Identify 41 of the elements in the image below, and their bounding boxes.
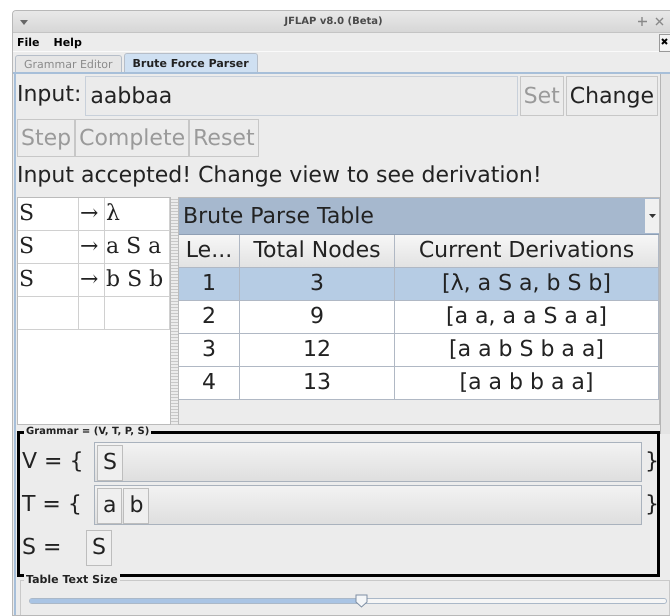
column-header[interactable]: Total Nodes <box>240 235 395 268</box>
panel-title: Table Text Size <box>24 573 120 586</box>
table-cell[interactable]: [a a b b a a] <box>395 367 659 400</box>
table-cell[interactable]: 4 <box>179 367 240 400</box>
production-lhs: S <box>18 231 79 263</box>
symbol-chip[interactable]: b <box>123 488 150 524</box>
table-cell[interactable]: 12 <box>240 334 395 367</box>
column-header[interactable]: Current Derivations <box>395 235 659 268</box>
production-rhs: b S b <box>105 264 170 296</box>
set-label: S = <box>22 535 62 560</box>
table-cell[interactable]: [a a, a a S a a] <box>395 301 659 334</box>
input-label: Input: <box>17 81 82 109</box>
table-cell[interactable]: [a a b S b a a] <box>395 334 659 367</box>
table-cell[interactable]: 13 <box>240 367 395 400</box>
production-rhs: a S a <box>105 231 170 263</box>
table-cell[interactable]: 3 <box>179 334 240 367</box>
view-dropdown[interactable]: Brute Parse Table <box>179 198 659 235</box>
table-cell[interactable]: 2 <box>179 301 240 334</box>
table-cell[interactable]: 9 <box>240 301 395 334</box>
symbol-chip[interactable]: S <box>86 530 112 566</box>
set-label: T = { <box>22 492 83 517</box>
panel-title: Grammar = (V, T, P, S) <box>24 426 152 437</box>
tab[interactable]: Brute Force Parser <box>124 53 258 72</box>
table-cell[interactable]: 3 <box>240 268 395 301</box>
symbol-chip[interactable]: a <box>97 488 122 524</box>
production-lhs: S <box>18 264 79 296</box>
menu-item[interactable]: Help <box>52 36 84 48</box>
window-title: JFLAP v8.0 (Beta) <box>282 16 384 27</box>
column-header[interactable]: Le... <box>179 235 240 268</box>
table-cell[interactable]: 1 <box>179 268 240 301</box>
production-rhs: λ <box>105 198 170 230</box>
input-button[interactable]: Change <box>566 76 658 116</box>
table-cell[interactable]: [λ, a S a, b S b] <box>395 268 659 301</box>
status-message: Input accepted! Change view to see derivation! <box>17 162 543 190</box>
menu-item[interactable]: File <box>15 36 42 48</box>
symbol-field[interactable]: a b <box>94 484 642 524</box>
input-field[interactable]: aabbaa <box>85 76 518 116</box>
symbol-chip[interactable]: S <box>97 444 123 480</box>
set-label: V = { <box>22 449 84 474</box>
symbol-field[interactable]: S <box>94 442 642 482</box>
production-lhs: S <box>18 198 79 230</box>
